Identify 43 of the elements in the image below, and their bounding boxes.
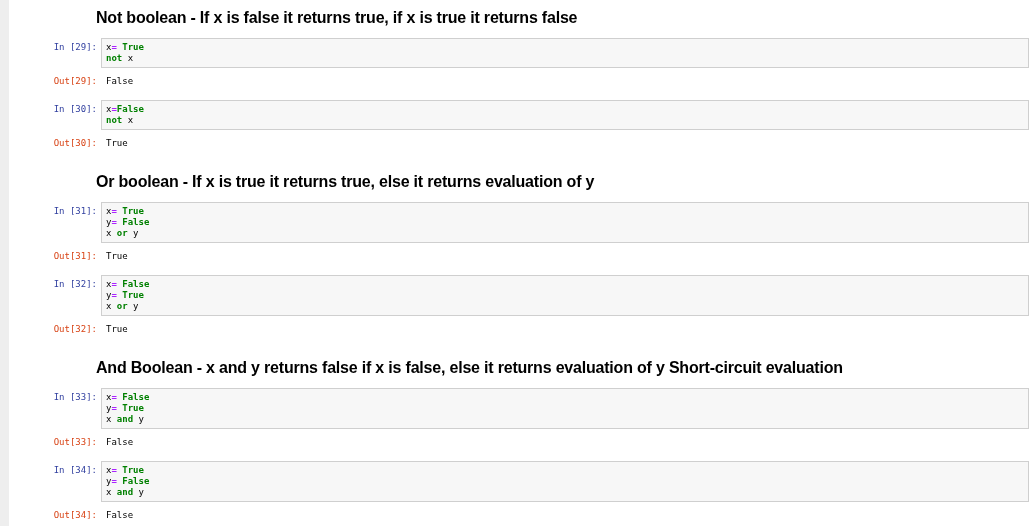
code-line: x= True bbox=[106, 465, 144, 476]
input-prompt: In [32]: bbox=[53, 279, 97, 290]
section-heading: And Boolean - x and y returns false if x is false, else it returns evaluation of y Short-circuit evaluation bbox=[96, 358, 843, 378]
code-line: y= False bbox=[106, 217, 150, 228]
output-text: True bbox=[105, 323, 128, 335]
output-text: True bbox=[105, 250, 128, 262]
code-input-box[interactable]: x= False y= True x and y bbox=[101, 388, 1029, 429]
code-line: x= False bbox=[106, 392, 150, 403]
output-text: False bbox=[105, 436, 134, 448]
code-line: x or y bbox=[106, 228, 139, 239]
output-prompt: Out[30]: bbox=[53, 137, 97, 149]
code-input-box[interactable]: x= True not x bbox=[101, 38, 1029, 68]
section-heading: Or boolean - If x is true it returns true, else it returns evaluation of y bbox=[96, 172, 595, 192]
code-input-box[interactable]: x= False y= True x or y bbox=[101, 275, 1029, 316]
code-line: x= True bbox=[106, 42, 144, 53]
code-input-box[interactable]: x= True y= False x or y bbox=[101, 202, 1029, 243]
code-input-box[interactable]: x= True y= False x and y bbox=[101, 461, 1029, 502]
output-text: True bbox=[105, 137, 128, 149]
output-prompt: Out[34]: bbox=[53, 509, 97, 521]
output-prompt: Out[29]: bbox=[53, 75, 97, 87]
code-line: x=False bbox=[106, 104, 144, 115]
output-text: False bbox=[105, 509, 134, 521]
output-prompt: Out[32]: bbox=[53, 323, 97, 335]
output-text: False bbox=[105, 75, 134, 87]
input-prompt: In [33]: bbox=[53, 392, 97, 403]
code-line: y= True bbox=[106, 403, 144, 414]
input-prompt: In [30]: bbox=[53, 104, 97, 115]
code-line: x= False bbox=[106, 279, 150, 290]
code-line: x or y bbox=[106, 301, 139, 312]
code-line: y= True bbox=[106, 290, 144, 301]
code-line: x= True bbox=[106, 206, 144, 217]
input-prompt: In [29]: bbox=[53, 42, 97, 53]
code-line: x and y bbox=[106, 487, 144, 498]
code-line: not x bbox=[106, 53, 134, 64]
code-line: not x bbox=[106, 115, 134, 126]
output-prompt: Out[31]: bbox=[53, 250, 97, 262]
code-line: x and y bbox=[106, 414, 144, 425]
input-prompt: In [34]: bbox=[53, 465, 97, 476]
code-line: y= False bbox=[106, 476, 150, 487]
section-heading: Not boolean - If x is false it returns true, if x is true it returns false bbox=[96, 8, 578, 28]
code-input-box[interactable]: x=False not x bbox=[101, 100, 1029, 130]
output-prompt: Out[33]: bbox=[53, 436, 97, 448]
input-prompt: In [31]: bbox=[53, 206, 97, 217]
